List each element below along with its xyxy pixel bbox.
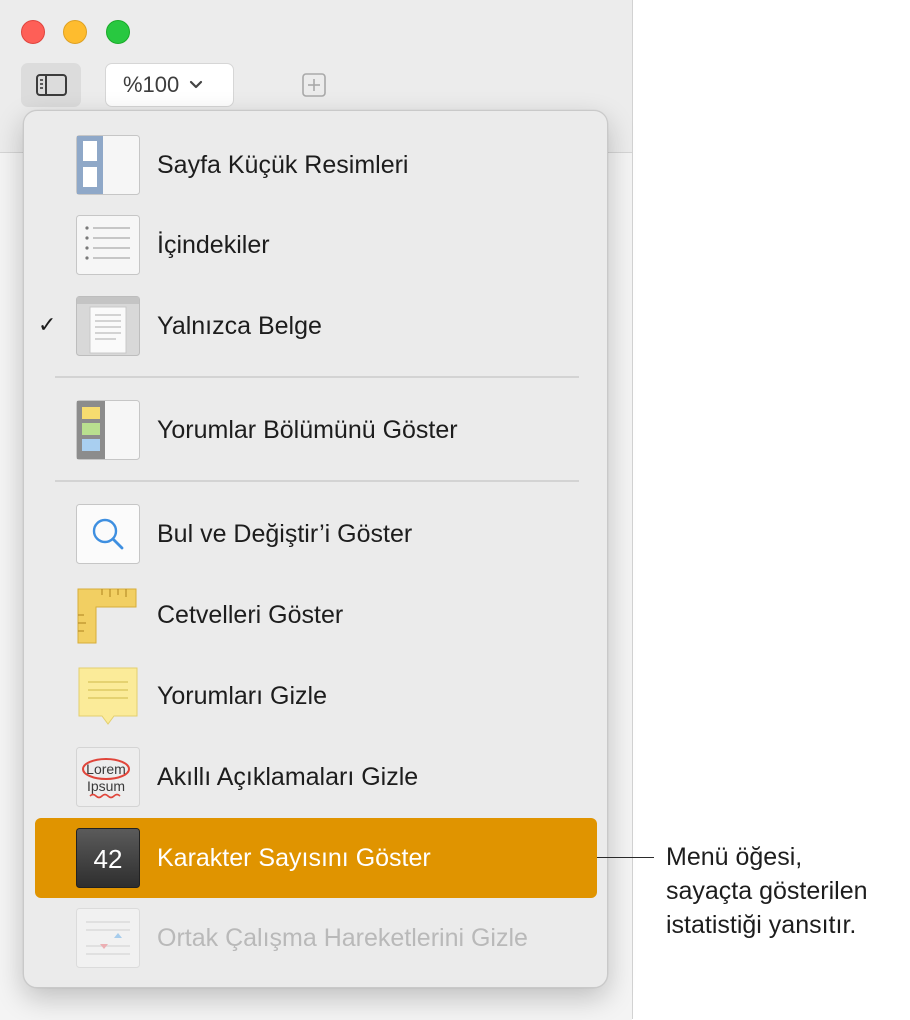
view-menu: Sayfa Küçük Resimleri İçindekiler ✓ Yaln…	[23, 110, 608, 988]
icon-text-ipsum: Ipsum	[87, 778, 125, 794]
close-window-button[interactable]	[21, 20, 45, 44]
minimize-window-button[interactable]	[63, 20, 87, 44]
menu-item-label: İçindekiler	[157, 231, 270, 259]
menu-item-label: Sayfa Küçük Resimleri	[157, 151, 409, 179]
rulers-icon	[77, 588, 137, 644]
callout-line-1: Menü öğesi,	[666, 843, 803, 871]
callout-line-2: sayaçta gösterilen	[666, 877, 868, 905]
comment-note-icon	[78, 667, 138, 725]
menu-item-label: Yorumlar Bölümünü Göster	[157, 416, 458, 444]
menu-item-label: Ortak Çalışma Hareketlerini Gizle	[157, 924, 528, 952]
document-only-icon	[76, 296, 140, 356]
plus-square-icon[interactable]	[302, 73, 326, 97]
icon-text-lorem: Lorem	[86, 761, 126, 777]
menu-item-collaboration-activity: Ortak Çalışma Hareketlerini Gizle	[24, 903, 607, 973]
menu-separator	[55, 376, 579, 378]
menu-item-find-replace[interactable]: Bul ve Değiştir’i Göster	[24, 499, 607, 569]
callout-leader-line	[597, 857, 654, 858]
menu-item-label: Yorumları Gizle	[157, 682, 327, 710]
menu-item-rulers[interactable]: Cetvelleri Göster	[24, 580, 607, 650]
page-thumbnails-icon	[76, 135, 140, 195]
search-icon	[76, 504, 140, 564]
callout-text: Menü öğesi, sayaçta gösterilen istatisti…	[666, 840, 868, 942]
collaboration-activity-icon	[76, 908, 140, 968]
menu-item-page-thumbnails[interactable]: Sayfa Küçük Resimleri	[24, 130, 607, 200]
callout-line-3: istatistiği yansıtır.	[666, 911, 857, 939]
comments-pane-icon	[76, 400, 140, 460]
menu-item-label: Yalnızca Belge	[157, 312, 322, 340]
menu-item-document-only[interactable]: ✓ Yalnızca Belge	[24, 291, 607, 361]
counter-value: 42	[94, 844, 123, 874]
menu-item-label: Karakter Sayısını Göster	[157, 844, 431, 872]
menu-item-label: Akıllı Açıklamaları Gizle	[157, 763, 419, 791]
view-menu-button[interactable]	[21, 63, 81, 107]
menu-item-label: Bul ve Değiştir’i Göster	[157, 520, 413, 548]
chevron-down-icon	[189, 77, 203, 95]
menu-separator	[55, 480, 579, 482]
counter-icon: 42	[76, 828, 140, 888]
menu-item-comments-pane[interactable]: Yorumlar Bölümünü Göster	[24, 395, 607, 465]
maximize-window-button[interactable]	[106, 20, 130, 44]
sidebar-icon	[36, 74, 67, 96]
zoom-value: %100	[123, 72, 180, 97]
menu-item-smart-annotations[interactable]: Lorem Ipsum Akıllı Açıklamaları Gizle	[24, 742, 607, 812]
checkmark-icon: ✓	[38, 313, 57, 338]
table-of-contents-icon	[76, 215, 140, 275]
menu-item-label: Cetvelleri Göster	[157, 601, 344, 629]
menu-item-hide-comments[interactable]: Yorumları Gizle	[24, 661, 607, 731]
menu-item-character-count[interactable]: 42 Karakter Sayısını Göster	[35, 818, 597, 898]
menu-item-table-of-contents[interactable]: İçindekiler	[24, 210, 607, 280]
smart-annotation-icon: Lorem Ipsum	[76, 747, 140, 807]
zoom-popup-button[interactable]: %100	[105, 63, 234, 107]
